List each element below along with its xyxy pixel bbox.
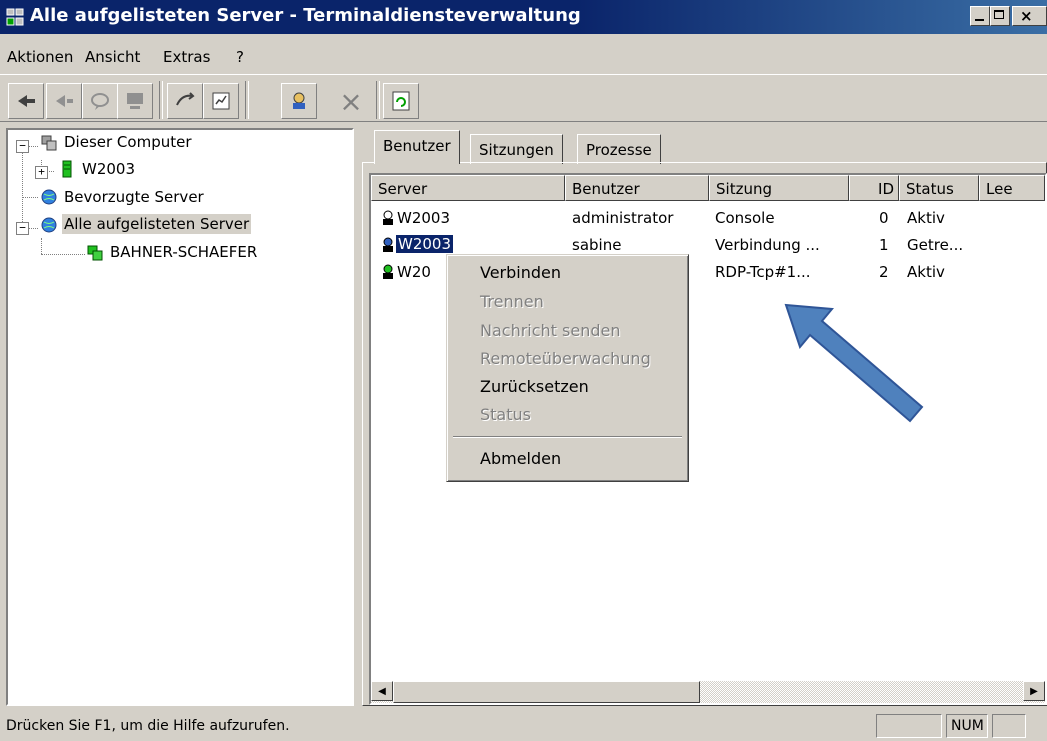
collapse-icon[interactable]: − bbox=[16, 140, 29, 153]
cell-status: Aktiv bbox=[907, 263, 945, 281]
cell-session: Verbindung ... bbox=[715, 236, 820, 254]
connect-icon bbox=[18, 95, 35, 107]
menu-item-verbinden[interactable]: Verbinden bbox=[480, 263, 561, 282]
num-lock-indicator: NUM bbox=[946, 714, 988, 738]
menu-item-zuruecksetzen[interactable]: Zurücksetzen bbox=[480, 377, 589, 396]
scroll-thumb[interactable] bbox=[393, 681, 700, 703]
cell-user: administrator bbox=[572, 209, 674, 227]
status-panel bbox=[992, 714, 1026, 738]
tree-item-dieser-computer[interactable]: Dieser Computer bbox=[64, 133, 192, 151]
server-tree[interactable]: − Dieser Computer + W2003 Bevorzugte Ser… bbox=[6, 128, 354, 706]
remote-control-icon bbox=[127, 93, 143, 109]
tab-sitzungen[interactable]: Sitzungen bbox=[470, 134, 563, 164]
close-icon: × bbox=[1020, 7, 1033, 25]
menu-item-remoteueberwachung[interactable]: Remoteüberwachung bbox=[480, 349, 651, 368]
status-bar: Drücken Sie F1, um die Hilfe aufzurufen.… bbox=[0, 712, 1047, 741]
send-message-icon bbox=[91, 93, 109, 110]
cell-session: RDP-Tcp#1... bbox=[715, 263, 811, 281]
reset-icon bbox=[176, 92, 195, 106]
server-icon bbox=[62, 160, 72, 178]
menu-help[interactable]: ? bbox=[236, 48, 244, 66]
tab-prozesse[interactable]: Prozesse bbox=[577, 134, 661, 164]
disconnect-button[interactable] bbox=[46, 83, 82, 119]
cell-server: W20 bbox=[397, 263, 431, 281]
annotation-arrow-icon bbox=[784, 303, 924, 423]
end-process-button[interactable]: × bbox=[333, 83, 369, 119]
minimize-button[interactable] bbox=[970, 6, 990, 26]
user-icon bbox=[383, 264, 393, 279]
refresh-button[interactable] bbox=[383, 83, 419, 119]
column-header-status[interactable]: Status bbox=[899, 175, 979, 201]
menu-bar: Aktionen Ansicht Extras ? bbox=[0, 40, 1047, 70]
menu-item-nachricht-senden[interactable]: Nachricht senden bbox=[480, 321, 621, 340]
toolbar-separator bbox=[159, 81, 163, 119]
connect-button[interactable] bbox=[8, 83, 44, 119]
user-icon bbox=[383, 210, 393, 225]
menu-item-status[interactable]: Status bbox=[480, 405, 531, 424]
terminal-services-icon bbox=[6, 8, 24, 26]
reset-button[interactable] bbox=[167, 83, 203, 119]
logoff-button[interactable] bbox=[281, 83, 317, 119]
toolbar-separator bbox=[245, 81, 249, 119]
globe-icon bbox=[41, 189, 57, 205]
tree-item-alle-aufgelisteten-server[interactable]: Alle aufgelisteten Server bbox=[62, 214, 252, 234]
column-header-id[interactable]: ID bbox=[849, 175, 899, 201]
column-header-sitzung[interactable]: Sitzung bbox=[709, 175, 849, 201]
menu-separator bbox=[453, 436, 682, 438]
user-icon bbox=[383, 237, 393, 252]
close-button[interactable]: × bbox=[1012, 6, 1047, 26]
arrow-right-icon: ▶ bbox=[1030, 685, 1038, 697]
status-panel bbox=[876, 714, 942, 738]
computer-group-icon bbox=[87, 245, 103, 261]
scroll-right-button[interactable]: ▶ bbox=[1023, 681, 1045, 701]
cell-id: 1 bbox=[879, 236, 889, 254]
menu-ansicht[interactable]: Ansicht bbox=[85, 48, 140, 66]
cell-status: Getre... bbox=[907, 236, 964, 254]
window-title: Alle aufgelisteten Server - Terminaldien… bbox=[30, 5, 581, 26]
send-message-button[interactable] bbox=[82, 83, 118, 119]
cell-status: Aktiv bbox=[907, 209, 945, 227]
title-bar[interactable]: Alle aufgelisteten Server - Terminaldien… bbox=[0, 0, 1047, 34]
status-text: Drücken Sie F1, um die Hilfe aufzurufen. bbox=[6, 718, 290, 734]
cell-user: sabine bbox=[572, 236, 622, 254]
arrow-left-icon: ◀ bbox=[378, 685, 386, 697]
refresh-icon bbox=[392, 91, 410, 111]
cell-id: 2 bbox=[879, 263, 889, 281]
toolbar-separator bbox=[376, 81, 380, 119]
tree-item-bahner-schaefer[interactable]: BAHNER-SCHAEFER bbox=[110, 243, 257, 261]
cell-session: Console bbox=[715, 209, 775, 227]
context-menu: Verbinden Trennen Nachricht senden Remot… bbox=[446, 254, 689, 482]
toolbar: × bbox=[0, 74, 1047, 122]
cell-server: W2003 bbox=[397, 209, 451, 227]
menu-item-abmelden[interactable]: Abmelden bbox=[480, 449, 561, 468]
computer-group-icon bbox=[41, 135, 57, 151]
remote-control-button[interactable] bbox=[117, 83, 153, 119]
tab-benutzer[interactable]: Benutzer bbox=[374, 130, 460, 164]
horizontal-scrollbar[interactable]: ◀ ▶ bbox=[371, 681, 1045, 703]
tree-item-bevorzugte-server[interactable]: Bevorzugte Server bbox=[64, 188, 204, 206]
status-button[interactable] bbox=[203, 83, 239, 119]
menu-item-trennen[interactable]: Trennen bbox=[480, 292, 544, 311]
column-header-benutzer[interactable]: Benutzer bbox=[565, 175, 709, 201]
tree-item-w2003[interactable]: W2003 bbox=[82, 160, 135, 178]
column-header-server[interactable]: Server bbox=[371, 175, 565, 201]
status-icon bbox=[212, 92, 230, 110]
end-process-icon: × bbox=[339, 84, 363, 118]
cell-server-selected: W2003 bbox=[396, 235, 454, 253]
menu-extras[interactable]: Extras bbox=[163, 48, 210, 66]
globe-icon bbox=[41, 217, 57, 233]
logoff-icon bbox=[293, 92, 305, 109]
cell-id: 0 bbox=[879, 209, 889, 227]
expand-icon[interactable]: + bbox=[35, 166, 48, 179]
column-header-leerlauf[interactable]: Lee bbox=[979, 175, 1045, 201]
disconnect-icon bbox=[56, 95, 73, 107]
menu-aktionen[interactable]: Aktionen bbox=[7, 48, 73, 66]
scroll-left-button[interactable]: ◀ bbox=[371, 681, 393, 701]
maximize-button[interactable] bbox=[990, 6, 1010, 26]
collapse-icon[interactable]: − bbox=[16, 222, 29, 235]
